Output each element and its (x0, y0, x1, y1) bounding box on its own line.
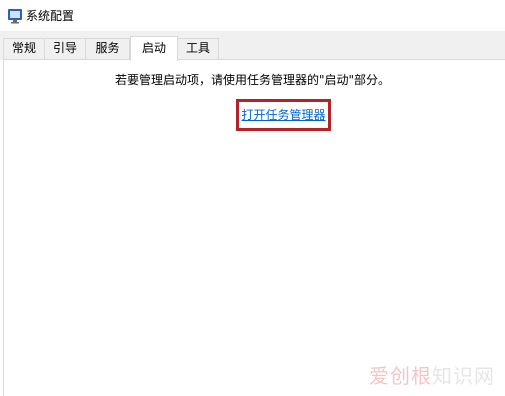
tab-tools[interactable]: 工具 (177, 38, 219, 59)
tab-strip: 常规 引导 服务 启动 工具 (0, 31, 505, 61)
tab-general[interactable]: 常规 (3, 38, 45, 59)
watermark-part2: 知识网 (432, 364, 495, 388)
watermark-part1: 爱创根 (369, 364, 432, 388)
tab-boot[interactable]: 引导 (44, 38, 86, 59)
startup-message: 若要管理启动项，请使用任务管理器的"启动"部分。 (114, 73, 391, 87)
window-title: 系统配置 (26, 9, 75, 23)
system-config-icon (8, 9, 22, 24)
tab-services[interactable]: 服务 (85, 38, 130, 59)
watermark: 爱创根知识网 (369, 364, 495, 388)
title-bar: 系统配置 (0, 0, 505, 31)
open-task-manager-link[interactable]: 打开任务管理器 (236, 107, 331, 123)
tab-startup[interactable]: 启动 (130, 36, 178, 61)
